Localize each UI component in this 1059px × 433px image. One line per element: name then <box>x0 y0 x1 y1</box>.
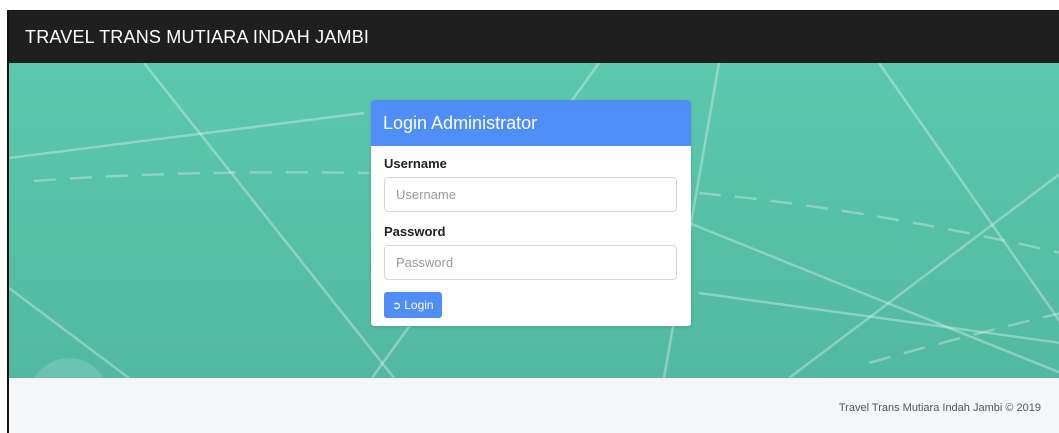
page-frame: TRAVEL TRANS MUTIARA INDAH JAMBI Login A… <box>7 10 1059 433</box>
password-input[interactable] <box>384 245 677 280</box>
username-input[interactable] <box>384 177 677 212</box>
hero-background: Login Administrator Username Password ➲ … <box>9 63 1059 378</box>
login-card: Login Administrator Username Password ➲ … <box>371 100 691 326</box>
navbar-brand[interactable]: TRAVEL TRANS MUTIARA INDAH JAMBI <box>25 27 369 48</box>
login-button-label: Login <box>404 298 434 312</box>
sign-in-icon: ➲ <box>392 299 402 312</box>
footer: Travel Trans Mutiara Indah Jambi © 2019 <box>9 378 1059 433</box>
password-label: Password <box>384 224 446 239</box>
footer-copyright: Travel Trans Mutiara Indah Jambi © 2019 <box>838 402 1041 414</box>
username-label: Username <box>384 156 447 171</box>
navbar: TRAVEL TRANS MUTIARA INDAH JAMBI <box>9 11 1059 63</box>
login-button[interactable]: ➲ Login <box>384 292 442 318</box>
login-card-title: Login Administrator <box>371 100 691 146</box>
